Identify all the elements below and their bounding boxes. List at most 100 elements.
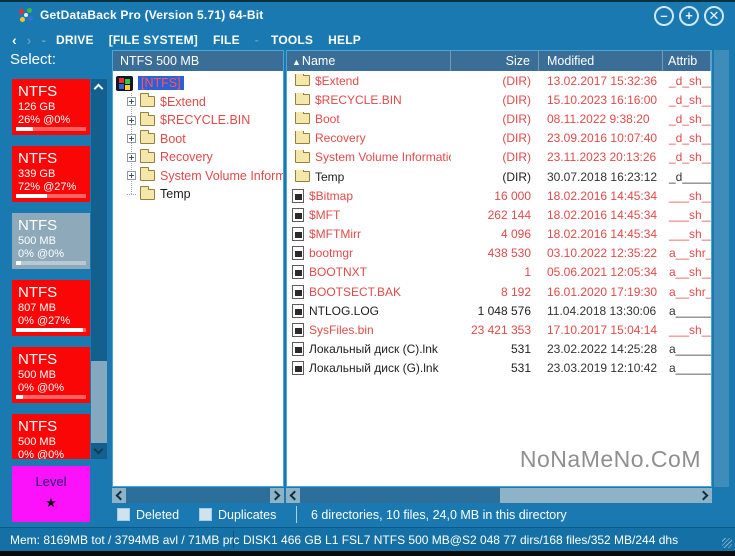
file-attrib-cell: a______ bbox=[669, 303, 711, 318]
expand-plus-icon[interactable] bbox=[127, 115, 136, 125]
drive-icon bbox=[116, 75, 133, 91]
resize-grip-icon[interactable] bbox=[722, 538, 732, 548]
partition-progress-bar bbox=[16, 261, 86, 265]
file-modified-cell: 05.06.2021 12:05:34 bbox=[547, 265, 658, 280]
sidebar-scrollbar[interactable] bbox=[91, 79, 107, 459]
file-row[interactable]: BOOTNXT 1 05.06.2021 12:05:34 a__sh__ bbox=[287, 263, 711, 282]
expand-plus-icon[interactable] bbox=[127, 171, 136, 181]
tree-item-label: System Volume Informat bbox=[160, 168, 283, 183]
column-header-attrib[interactable]: Attrib bbox=[663, 51, 711, 71]
expand-plus-icon[interactable] bbox=[127, 134, 136, 144]
column-header-name[interactable]: ▲Name bbox=[287, 51, 451, 71]
partition-progress-bar bbox=[16, 127, 86, 131]
menu-item-file[interactable]: FILE bbox=[213, 33, 240, 47]
file-row[interactable]: Temp (DIR) 30.07.2018 16:23:12 _d_____ bbox=[287, 167, 711, 186]
column-header-size[interactable]: Size bbox=[451, 51, 539, 71]
menu-item-file-system[interactable]: [FILE SYSTEM] bbox=[109, 33, 198, 47]
partition-tile-3[interactable]: NTFS 500 MB 0% @0% bbox=[12, 213, 90, 269]
file-row[interactable]: Локальный диск (G).lnk 531 23.03.2019 12:1… bbox=[287, 359, 711, 378]
maximize-button[interactable]: + bbox=[679, 6, 699, 26]
file-name-cell: Локальный диск (G).lnk bbox=[287, 361, 451, 376]
file-name-cell: Локальный диск (C).lnk bbox=[287, 342, 451, 357]
file-name: Boot bbox=[315, 111, 340, 126]
partition-tile-5[interactable]: NTFS 500 MB 0% @0% bbox=[12, 347, 90, 403]
file-row[interactable]: System Volume Information (DIR) 23.11.2023… bbox=[287, 148, 711, 167]
file-attrib-cell: a__shr_ bbox=[669, 284, 711, 299]
scrollbar-thumb[interactable] bbox=[126, 488, 270, 503]
scroll-left-icon[interactable] bbox=[289, 490, 300, 501]
folder-icon bbox=[295, 92, 310, 106]
scrollbar-thumb[interactable] bbox=[300, 488, 500, 503]
deleted-checkbox-label: Deleted bbox=[136, 508, 180, 522]
menu-item-drive[interactable]: DRIVE bbox=[56, 33, 94, 47]
file-icon bbox=[292, 323, 304, 338]
minimize-button[interactable]: – bbox=[654, 6, 674, 26]
file-name-cell: $MFT bbox=[287, 207, 451, 222]
file-icon bbox=[292, 207, 304, 222]
tree-item-recovery[interactable]: Recovery bbox=[113, 148, 283, 167]
close-button[interactable]: ✕ bbox=[704, 6, 724, 26]
list-hscrollbar[interactable] bbox=[286, 488, 712, 503]
file-attrib-cell: _d_sh__ bbox=[669, 73, 711, 88]
file-row[interactable]: SysFiles.bin 23 421 353 17.10.2017 15:04:1… bbox=[287, 320, 711, 339]
list-vscrollbar[interactable] bbox=[714, 50, 729, 487]
file-row[interactable]: Локальный диск (C).lnk 531 23.02.2022 14:2… bbox=[287, 340, 711, 359]
file-row[interactable]: Boot (DIR) 08.11.2022 9:38:20 _d_sh__ bbox=[287, 109, 711, 128]
file-modified-cell: 18.02.2016 14:45:34 bbox=[547, 227, 658, 242]
back-button[interactable]: ‹ bbox=[12, 33, 17, 47]
file-icon bbox=[292, 284, 304, 299]
tree-item-label: $RECYCLE.BIN bbox=[160, 113, 251, 128]
menu-item-help[interactable]: HELP bbox=[328, 33, 361, 47]
tree-hscrollbar[interactable] bbox=[112, 488, 284, 503]
file-row[interactable]: Recovery (DIR) 23.09.2016 10:07:40 _d_sh__ bbox=[287, 129, 711, 148]
file-size-cell: 262 144 bbox=[487, 207, 531, 222]
watermark: NoNaMeNo.CoM bbox=[519, 446, 701, 472]
deleted-checkbox[interactable] bbox=[117, 508, 130, 521]
partition-fs-label: NTFS bbox=[18, 351, 58, 368]
file-row[interactable]: bootmgr 438 530 03.10.2022 12:35:22 a__shr_ bbox=[287, 244, 711, 263]
file-size-cell: (DIR) bbox=[502, 111, 531, 126]
tree-view: [NTFS] $Extend $RECYCLE.BIN Boot Recovery Sy… bbox=[113, 71, 283, 485]
expand-plus-icon[interactable] bbox=[127, 97, 136, 107]
tree-item-recycle-bin[interactable]: $RECYCLE.BIN bbox=[113, 111, 283, 130]
scroll-right-icon[interactable] bbox=[698, 490, 709, 501]
file-list-panel: ▲Name Size Modified Attrib $Extend (DIR) 1… bbox=[286, 50, 712, 487]
scroll-down-icon[interactable] bbox=[93, 444, 104, 455]
menu-item-tools[interactable]: TOOLS bbox=[271, 33, 313, 47]
file-modified-cell: 17.10.2017 15:04:14 bbox=[547, 323, 658, 338]
titlebar[interactable]: GetDataBack Pro (Version 5.71) 64-Bit – … bbox=[0, 2, 735, 28]
partition-tile-6[interactable]: NTFS 500 MB 0% @0% bbox=[12, 414, 90, 459]
file-modified-cell: 23.09.2016 10:07:40 bbox=[547, 131, 658, 146]
menu-item-separator: - bbox=[254, 33, 259, 47]
file-icon bbox=[292, 246, 304, 261]
tree-panel-header: NTFS 500 MB bbox=[113, 51, 283, 71]
file-row[interactable]: NTLOG.LOG 1 048 576 11.04.2018 13:30:06 a__… bbox=[287, 301, 711, 320]
forward-button[interactable]: › bbox=[27, 33, 32, 47]
file-row[interactable]: $MFTMirr 4 096 18.02.2016 14:45:34 ___sh__ bbox=[287, 225, 711, 244]
partition-tile-4[interactable]: NTFS 807 MB 0% @27% bbox=[12, 280, 90, 336]
scroll-up-icon[interactable] bbox=[93, 83, 104, 94]
duplicates-checkbox[interactable] bbox=[199, 508, 212, 521]
partition-tile-2[interactable]: NTFS 339 GB 72% @27% bbox=[12, 146, 90, 202]
file-row[interactable]: $MFT 262 144 18.02.2016 14:45:34 ___sh__ bbox=[287, 205, 711, 224]
file-size-cell: (DIR) bbox=[502, 73, 531, 88]
scrollbar-thumb[interactable] bbox=[91, 361, 107, 443]
file-row[interactable]: $Extend (DIR) 13.02.2017 15:32:36 _d_sh__ bbox=[287, 71, 711, 90]
file-row[interactable]: $RECYCLE.BIN (DIR) 15.10.2023 16:16:00 _d_s… bbox=[287, 90, 711, 109]
folder-icon bbox=[140, 130, 155, 145]
tree-item-boot[interactable]: Boot bbox=[113, 130, 283, 149]
tree-root-item[interactable]: [NTFS] bbox=[113, 74, 283, 93]
column-header-modified[interactable]: Modified bbox=[539, 51, 663, 71]
scroll-left-icon[interactable] bbox=[115, 490, 126, 501]
file-row[interactable]: $Bitmap 16 000 18.02.2016 14:45:34 ___sh__ bbox=[287, 186, 711, 205]
expand-plus-icon[interactable] bbox=[127, 152, 136, 162]
file-attrib-cell: ___sh__ bbox=[669, 227, 711, 242]
menubar: ‹ › - DRIVE [FILE SYSTEM] FILE - TOOLS HELP bbox=[12, 31, 376, 49]
partition-tile-1[interactable]: NTFS 126 GB 26% @0% bbox=[12, 79, 90, 135]
tree-item-extend[interactable]: $Extend bbox=[113, 93, 283, 112]
scroll-right-icon[interactable] bbox=[270, 490, 281, 501]
select-label: Select: bbox=[10, 51, 56, 68]
tree-item-temp[interactable]: Temp bbox=[113, 185, 283, 204]
file-row[interactable]: BOOTSECT.BAK 8 192 16.01.2020 17:19:30 a__s… bbox=[287, 282, 711, 301]
tree-item-system-volume-informat[interactable]: System Volume Informat bbox=[113, 167, 283, 186]
